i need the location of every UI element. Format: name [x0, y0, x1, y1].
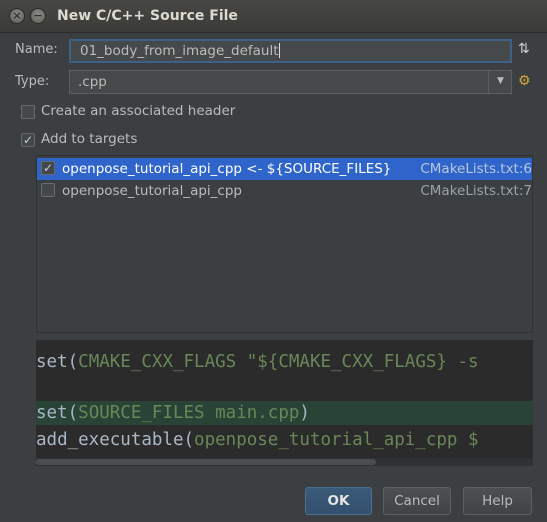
target-checkbox[interactable]: [41, 183, 55, 197]
add-targets-checkbox[interactable]: ✓: [21, 133, 35, 147]
code-preview: set(CMAKE_CXX_FLAGS "${CMAKE_CXX_FLAGS} …: [36, 340, 533, 466]
horizontal-scrollbar[interactable]: [36, 458, 533, 466]
name-label: Name:: [15, 42, 58, 57]
targets-list[interactable]: ✓ openpose_tutorial_api_cpp <- ${SOURCE_…: [36, 155, 533, 333]
minimize-icon[interactable]: −: [30, 8, 46, 24]
type-select[interactable]: .cpp: [69, 70, 512, 94]
create-header-label[interactable]: Create an associated header: [41, 103, 235, 119]
help-button[interactable]: Help: [463, 487, 532, 515]
ok-button[interactable]: OK: [305, 487, 372, 515]
name-input[interactable]: 01_body_from_image_default: [69, 39, 512, 63]
code-line: set(CMAKE_CXX_FLAGS "${CMAKE_CXX_FLAGS} …: [36, 352, 479, 372]
text-caret: [278, 43, 280, 58]
dialog-title: New C/C++ Source File: [57, 8, 238, 24]
target-checkbox[interactable]: ✓: [41, 161, 55, 175]
target-row[interactable]: openpose_tutorial_api_cpp CMakeLists.txt…: [37, 180, 532, 202]
name-input-value: 01_body_from_image_default: [80, 43, 279, 59]
target-source: CMakeLists.txt:7: [420, 183, 532, 199]
add-targets-label[interactable]: Add to targets: [41, 131, 137, 147]
target-row[interactable]: ✓ openpose_tutorial_api_cpp <- ${SOURCE_…: [37, 158, 532, 180]
type-label: Type:: [15, 74, 50, 89]
create-header-checkbox[interactable]: [21, 105, 35, 119]
title-bar[interactable]: × − New C/C++ Source File: [0, 0, 547, 33]
settings-icon[interactable]: ⚙: [518, 73, 531, 89]
code-line: add_executable(openpose_tutorial_api_cpp…: [36, 430, 479, 450]
target-name: openpose_tutorial_api_cpp: [62, 183, 242, 199]
close-icon[interactable]: ×: [9, 8, 25, 24]
target-name: openpose_tutorial_api_cpp <- ${SOURCE_FI…: [62, 161, 392, 177]
type-select-value: .cpp: [78, 74, 107, 90]
target-source: CMakeLists.txt:6: [420, 161, 532, 177]
chevron-down-icon[interactable]: ▼: [488, 70, 512, 94]
cancel-button[interactable]: Cancel: [383, 487, 451, 515]
scrollbar-thumb[interactable]: [36, 459, 376, 465]
sort-icon[interactable]: ⇅: [518, 41, 530, 57]
code-line-highlighted: set(SOURCE_FILES main.cpp): [36, 401, 533, 425]
